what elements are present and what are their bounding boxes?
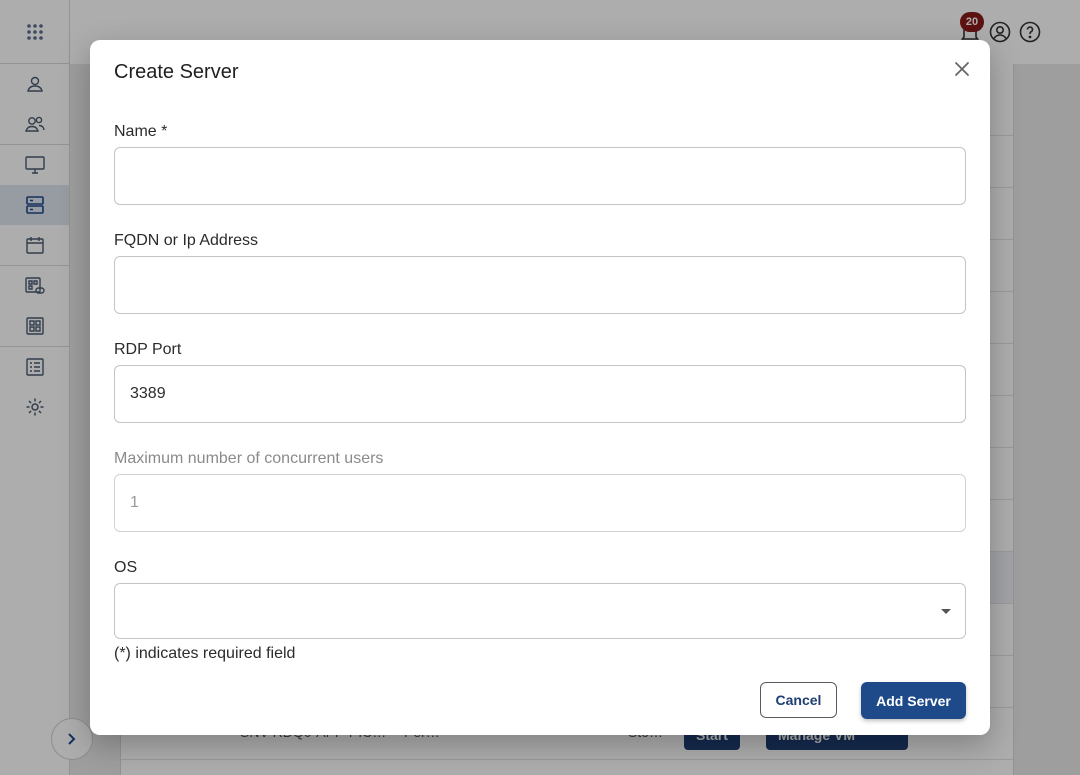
os-label: OS xyxy=(114,559,138,576)
name-input[interactable] xyxy=(114,147,966,205)
create-server-dialog: Create Server Name * FQDN or Ip Address … xyxy=(90,40,990,735)
required-field-note: (*) indicates required field xyxy=(114,645,296,662)
name-label: Name * xyxy=(114,123,168,140)
cancel-button[interactable]: Cancel xyxy=(760,682,837,718)
add-server-button[interactable]: Add Server xyxy=(861,682,966,719)
max-users-label: Maximum number of concurrent users xyxy=(114,450,384,467)
rdp-port-label: RDP Port xyxy=(114,341,182,358)
rdp-port-input[interactable] xyxy=(114,365,966,423)
address-input[interactable] xyxy=(114,256,966,314)
address-label: FQDN or Ip Address xyxy=(114,232,259,249)
chevron-down-icon xyxy=(941,609,951,614)
close-icon xyxy=(954,61,970,77)
os-select[interactable] xyxy=(114,583,966,639)
close-button[interactable] xyxy=(950,57,974,81)
dialog-title: Create Server xyxy=(114,61,239,83)
max-users-input xyxy=(114,474,966,532)
